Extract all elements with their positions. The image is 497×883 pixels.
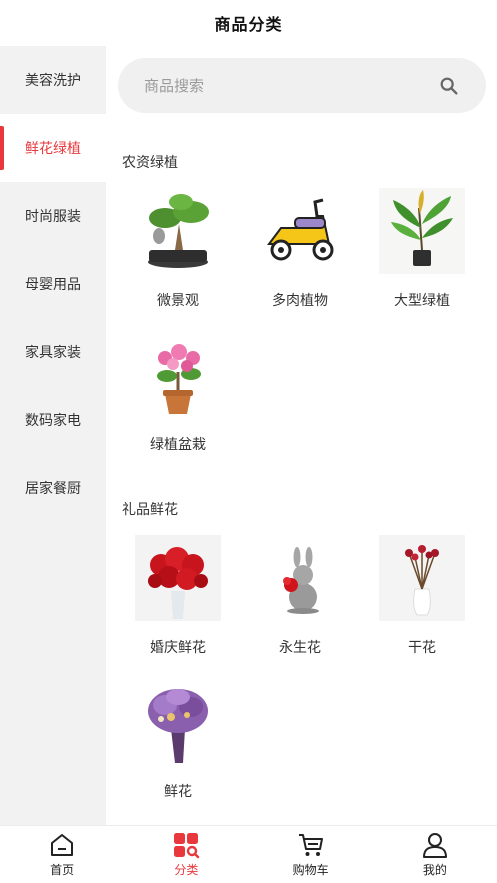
category-item[interactable]: 绿植盆栽 [119, 332, 237, 454]
page-title: 商品分类 [214, 15, 283, 34]
sidebar-item-furniture[interactable]: 家具家装 [0, 318, 106, 386]
tab-profile[interactable]: 我的 [373, 826, 497, 883]
sidebar-item-fashion[interactable]: 时尚服装 [0, 182, 106, 250]
rose-bouquet-image [135, 535, 221, 621]
tab-label: 首页 [50, 863, 75, 877]
category-item-label: 鲜花 [164, 784, 192, 800]
sidebar-item-label: 居家餐厨 [25, 481, 81, 497]
user-icon [422, 833, 447, 858]
category-item-label: 微景观 [157, 293, 199, 309]
section-title: 礼品鲜花 [122, 502, 178, 518]
sidebar-item-kitchen[interactable]: 居家餐厨 [0, 454, 106, 522]
sidebar-item-baby[interactable]: 母婴用品 [0, 250, 106, 318]
tab-label: 我的 [422, 863, 447, 877]
category-item-label: 绿植盆栽 [150, 437, 206, 453]
cart-icon [298, 834, 323, 856]
category-item[interactable]: 微景观 [119, 188, 237, 310]
tab-cart[interactable]: 购物车 [249, 826, 373, 883]
flowering-pot-image [135, 332, 221, 418]
category-item[interactable]: 大型绿植 [363, 188, 481, 310]
sidebar-item-label: 时尚服装 [25, 209, 81, 225]
search-bar[interactable]: 商品搜索 [118, 58, 486, 113]
category-item-label: 永生花 [279, 640, 321, 656]
home-icon [51, 834, 74, 856]
category-sidebar: 美容洗护 鲜花绿植 时尚服装 母婴用品 家具家装 数码家电 居家餐厨 [0, 46, 106, 825]
search-icon[interactable] [438, 75, 460, 97]
dried-flowers-image [379, 535, 465, 621]
category-item[interactable]: 干花 [363, 535, 481, 657]
sidebar-item-label: 鲜花绿植 [25, 141, 81, 157]
category-content: 商品搜索 农资绿植 微景观 多肉植物 大型绿植 绿植盆栽 礼品鲜花 婚庆鲜花 永… [106, 46, 497, 825]
bottom-tab-bar: 首页 分类 购物车 我的 [0, 825, 497, 883]
tab-label: 购物车 [292, 863, 329, 877]
tab-label: 分类 [174, 863, 199, 877]
sidebar-item-electronics[interactable]: 数码家电 [0, 386, 106, 454]
bonsai-image [135, 188, 221, 274]
category-item-label: 婚庆鲜花 [150, 640, 206, 656]
sidebar-item-label: 美容洗护 [25, 73, 81, 89]
sidebar-item-label: 家具家装 [25, 345, 81, 361]
category-item-label: 多肉植物 [272, 293, 328, 309]
category-item[interactable]: 鲜花 [119, 679, 237, 801]
category-icon [174, 833, 200, 859]
potted-plant-image [379, 188, 465, 274]
lavender-bouquet-image [135, 679, 221, 765]
rabbit-rose-image [257, 535, 343, 621]
sidebar-item-flowers[interactable]: 鲜花绿植 [0, 114, 106, 182]
header: 商品分类 [0, 0, 497, 46]
category-item[interactable]: 婚庆鲜花 [119, 535, 237, 657]
sidebar-item-label: 母婴用品 [25, 277, 81, 293]
section-title: 农资绿植 [122, 155, 178, 171]
category-item[interactable]: 永生花 [241, 535, 359, 657]
scooter-image [257, 188, 343, 274]
tab-category[interactable]: 分类 [124, 826, 248, 883]
category-item-label: 干花 [408, 640, 436, 656]
category-item-label: 大型绿植 [394, 293, 450, 309]
sidebar-item-label: 数码家电 [25, 413, 81, 429]
category-item[interactable]: 多肉植物 [241, 188, 359, 310]
active-indicator [0, 126, 4, 170]
sidebar-item-beauty[interactable]: 美容洗护 [0, 46, 106, 114]
tab-home[interactable]: 首页 [0, 826, 124, 883]
search-input[interactable]: 商品搜索 [144, 75, 438, 96]
